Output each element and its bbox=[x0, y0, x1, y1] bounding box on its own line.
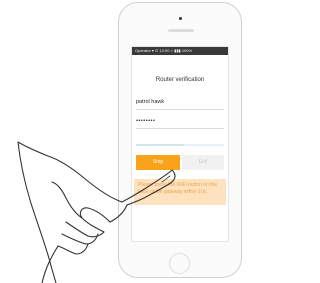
password-field[interactable]: •••••••• bbox=[136, 115, 224, 129]
exit-button[interactable]: Exit bbox=[182, 155, 224, 170]
progress-bar bbox=[136, 144, 224, 146]
stop-button[interactable]: Stop bbox=[136, 155, 180, 170]
app-screen: Operator ▾ ⊙ 12:00 ⌂ ▮▮▮ 100% Router ver… bbox=[131, 46, 229, 242]
progress-bar-fill bbox=[136, 144, 185, 146]
home-button[interactable] bbox=[169, 253, 190, 274]
username-field[interactable]: patrol hawk bbox=[136, 96, 224, 110]
status-bar: Operator ▾ ⊙ 12:00 ⌂ ▮▮▮ 100% bbox=[132, 47, 228, 55]
instruction-notice: Please press the WiFi button on the back… bbox=[134, 179, 226, 205]
page-title: Router verification bbox=[155, 77, 205, 83]
front-camera bbox=[179, 17, 182, 20]
earpiece-speaker bbox=[168, 29, 194, 32]
